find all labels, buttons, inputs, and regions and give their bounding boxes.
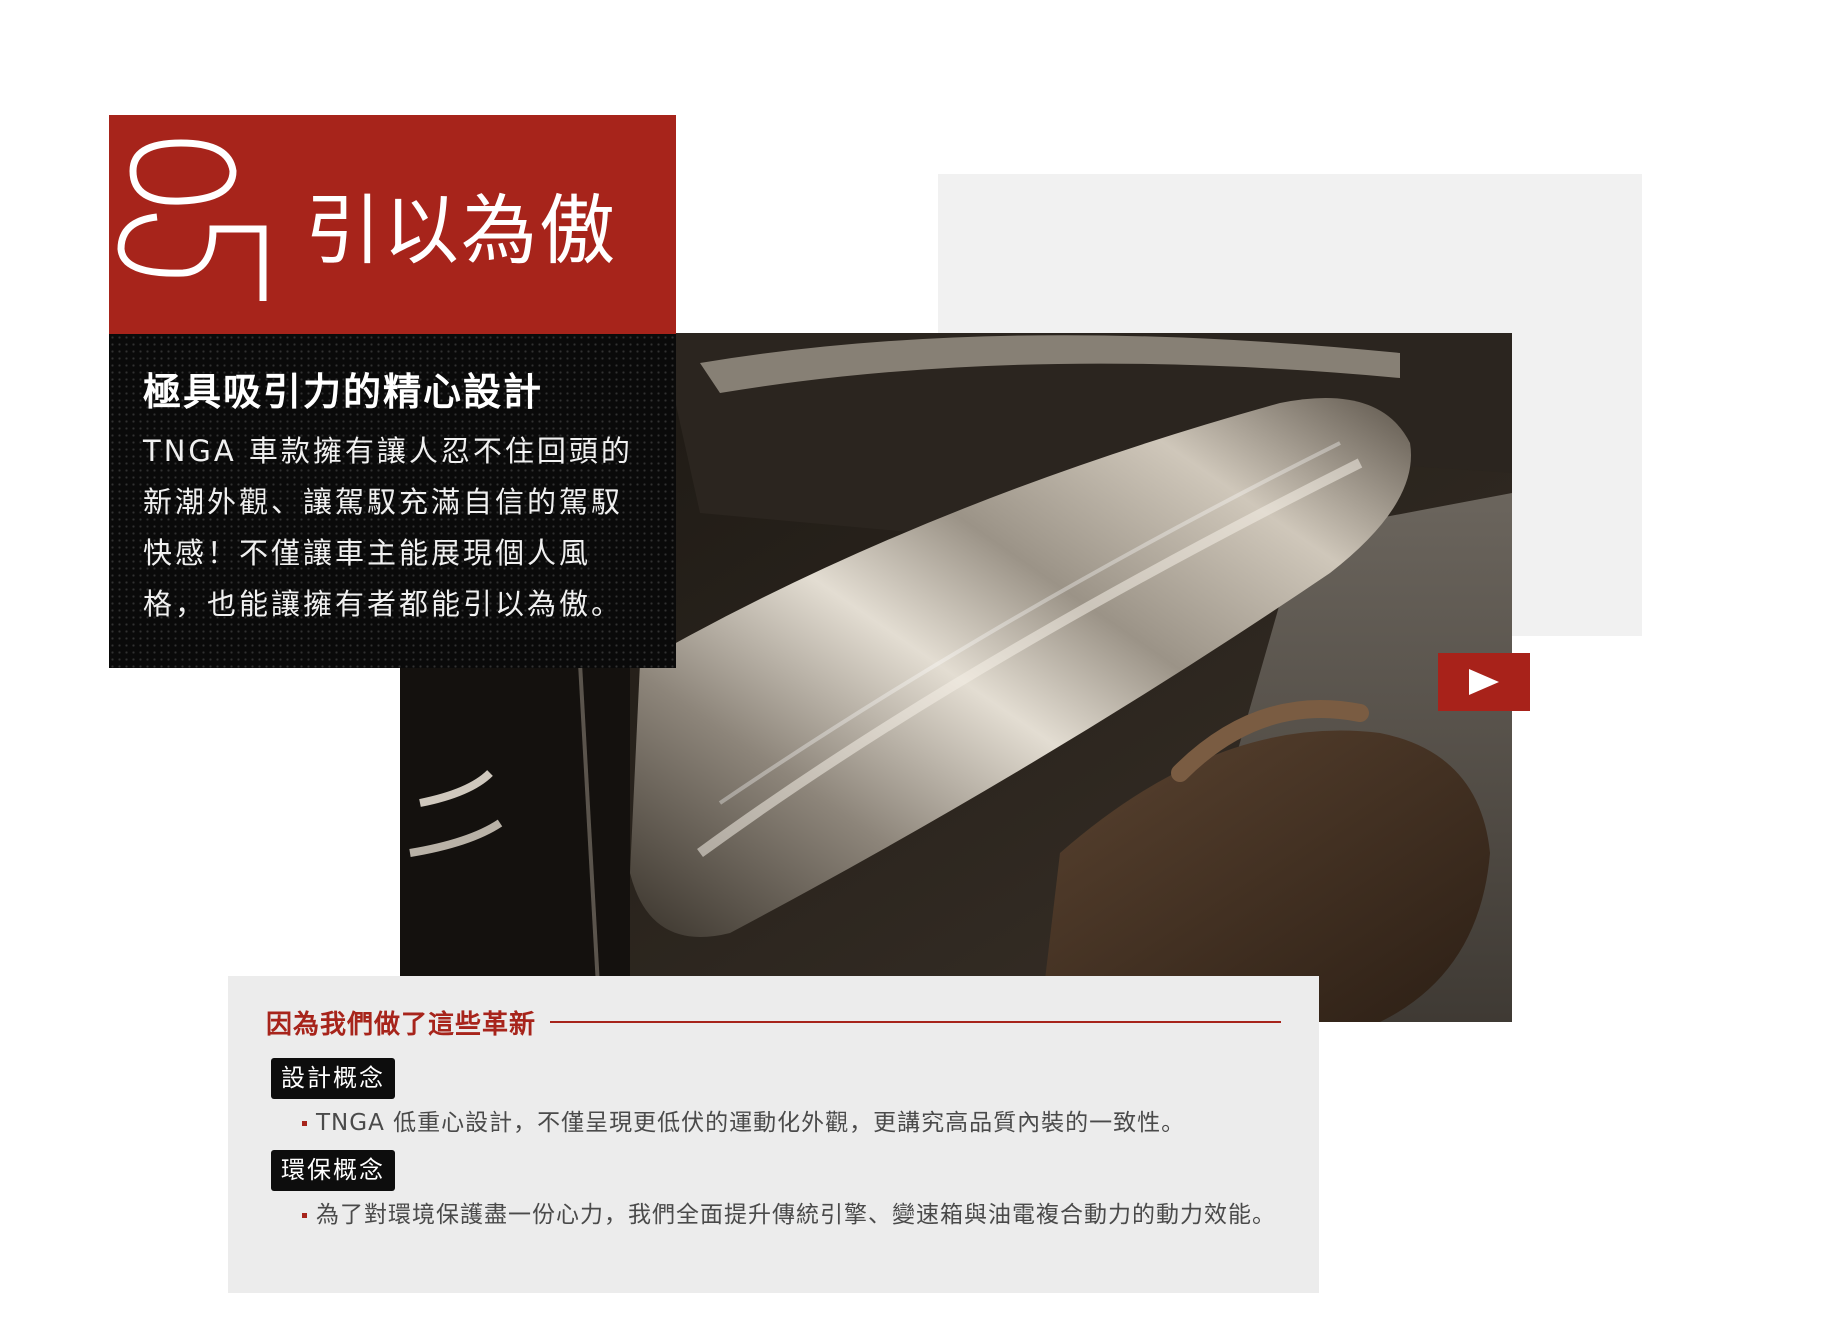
section-number-graphic <box>117 139 267 301</box>
heading-rule <box>550 1021 1281 1023</box>
intro-body: TNGA 車款擁有讓人忍不住回頭的新潮外觀、讓駕馭充滿自信的駕馭快感！不僅讓車主… <box>143 433 633 621</box>
tag-eco-concept: 環保概念 <box>271 1150 395 1191</box>
intro-heading: 極具吸引力的精心設計 <box>143 370 544 414</box>
tag-design-concept: 設計概念 <box>271 1058 395 1099</box>
list-item-text: 為了對環境保護盡一份心力，我們全面提升傳統引擎、變速箱與油電複合動力的動力效能。 <box>316 1202 1276 1228</box>
section-title: 引以為傲 <box>305 186 617 275</box>
innovations-heading-text: 因為我們做了這些革新 <box>266 1009 537 1040</box>
section-header: 引以為傲 <box>109 115 676 334</box>
list-item-text: TNGA 低重心設計，不僅呈現更低伏的運動化外觀，更講究高品質內裝的一致性。 <box>316 1110 1186 1136</box>
list-item: TNGA 低重心設計，不僅呈現更低伏的運動化外觀，更講究高品質內裝的一致性。 <box>302 1107 1276 1140</box>
section-05: 引以為傲 極具吸引力的精心設計 TNGA 車款擁有讓人忍不住回頭的新潮外觀、讓駕… <box>0 0 1824 1344</box>
play-icon <box>1469 669 1499 695</box>
intro-panel: 極具吸引力的精心設計 TNGA 車款擁有讓人忍不住回頭的新潮外觀、讓駕馭充滿自信… <box>109 334 676 668</box>
play-button[interactable] <box>1438 653 1530 711</box>
list-item: 為了對環境保護盡一份心力，我們全面提升傳統引擎、變速箱與油電複合動力的動力效能。 <box>302 1199 1276 1232</box>
bullet-icon <box>302 1121 307 1126</box>
innovations-heading: 因為我們做了這些革新 <box>266 1002 1281 1042</box>
bullet-icon <box>302 1213 307 1218</box>
innovations-panel: 因為我們做了這些革新 設計概念 TNGA 低重心設計，不僅呈現更低伏的運動化外觀… <box>228 976 1319 1293</box>
